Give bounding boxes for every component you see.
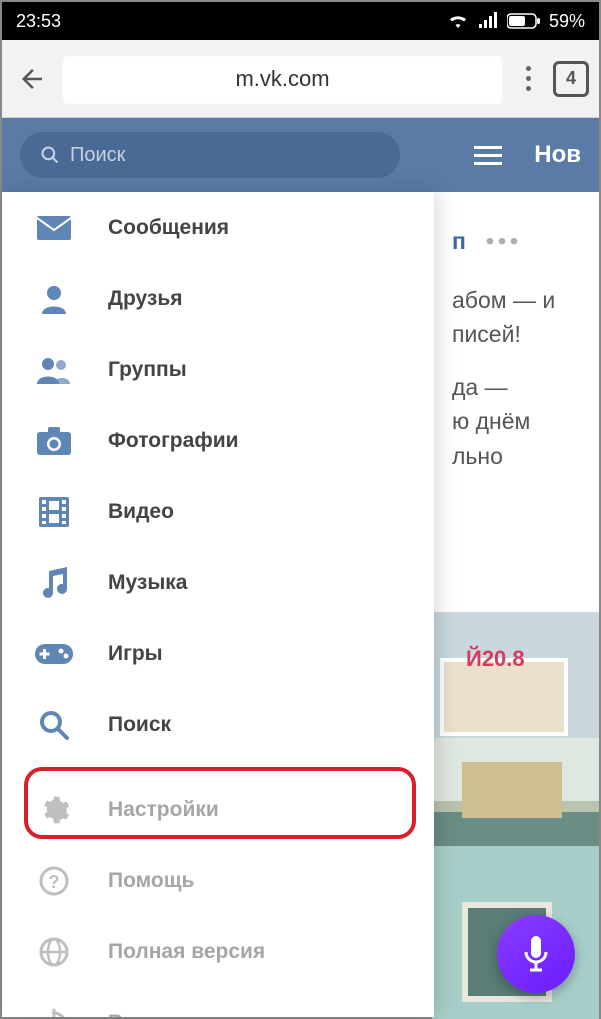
microphone-icon bbox=[521, 934, 551, 974]
sidebar-item-games[interactable]: Игры bbox=[2, 618, 434, 689]
page-title: Нов bbox=[534, 141, 581, 169]
sidebar-item-music[interactable]: Музыка bbox=[2, 547, 434, 618]
svg-text:?: ? bbox=[49, 872, 60, 892]
sidebar-item-messages[interactable]: Сообщения bbox=[2, 192, 434, 263]
search-icon bbox=[34, 705, 74, 745]
wifi-icon bbox=[447, 12, 469, 30]
sidebar-item-label: Группы bbox=[108, 358, 187, 382]
post-options-icon[interactable]: ••• bbox=[486, 224, 522, 259]
post-text-fragment: льно bbox=[452, 439, 579, 474]
camera-icon bbox=[34, 421, 74, 461]
gear-icon bbox=[34, 790, 74, 830]
android-status-bar: 23:53 59% bbox=[2, 2, 599, 40]
search-icon bbox=[40, 145, 60, 165]
browser-toolbar: m.vk.com 4 bbox=[2, 40, 599, 118]
power-icon bbox=[34, 1003, 74, 1018]
sidebar-item-label: Помощь bbox=[108, 869, 194, 893]
url-text: m.vk.com bbox=[235, 66, 329, 92]
hamburger-menu-button[interactable] bbox=[474, 141, 502, 170]
voice-search-fab[interactable] bbox=[497, 915, 575, 993]
sidebar-menu: Сообщения Друзья Группы Фотографии bbox=[2, 192, 434, 1017]
search-placeholder: Поиск bbox=[70, 144, 125, 167]
browser-back-button[interactable] bbox=[12, 59, 52, 99]
film-icon bbox=[34, 492, 74, 532]
sidebar-item-photos[interactable]: Фотографии bbox=[2, 405, 434, 476]
sidebar-item-settings[interactable]: Настройки bbox=[2, 774, 434, 845]
sidebar-item-label: Сообщения bbox=[108, 216, 229, 240]
sidebar-item-label: Фотографии bbox=[108, 429, 239, 453]
sidebar-item-label: Полная версия bbox=[108, 940, 265, 964]
sidebar-item-friends[interactable]: Друзья bbox=[2, 263, 434, 334]
sidebar-item-videos[interactable]: Видео bbox=[2, 476, 434, 547]
music-icon bbox=[34, 563, 74, 603]
post-text-fragment: да — bbox=[452, 370, 579, 405]
status-time: 23:53 bbox=[16, 11, 61, 32]
url-bar[interactable]: m.vk.com bbox=[62, 54, 503, 104]
image-badge: Й20.8 bbox=[466, 646, 525, 672]
browser-menu-button[interactable] bbox=[513, 66, 543, 91]
sidebar-item-label: Игры bbox=[108, 642, 163, 666]
sidebar-item-help[interactable]: ? Помощь bbox=[2, 845, 434, 916]
gamepad-icon bbox=[34, 634, 74, 674]
sidebar-item-groups[interactable]: Группы bbox=[2, 334, 434, 405]
sidebar-item-label: Выход bbox=[108, 1011, 178, 1018]
post-text-fragment: абом — и bbox=[452, 283, 579, 318]
sidebar-item-full-version[interactable]: Полная версия bbox=[2, 916, 434, 987]
sidebar-item-search[interactable]: Поиск bbox=[2, 689, 434, 760]
signal-icon bbox=[477, 12, 499, 30]
users-icon bbox=[34, 350, 74, 390]
sidebar-item-label: Поиск bbox=[108, 713, 171, 737]
sidebar-item-label: Друзья bbox=[108, 287, 183, 311]
post-text-fragment: писей! bbox=[452, 317, 579, 352]
mail-icon bbox=[34, 208, 74, 248]
post-author-fragment: п bbox=[452, 224, 466, 259]
globe-icon bbox=[34, 932, 74, 972]
post-text-fragment: ю днём bbox=[452, 404, 579, 439]
tab-switcher-button[interactable]: 4 bbox=[553, 61, 589, 97]
vk-header: Поиск Нов bbox=[2, 118, 599, 192]
sidebar-item-logout[interactable]: Выход bbox=[2, 987, 434, 1017]
sidebar-item-label: Настройки bbox=[108, 798, 219, 822]
battery-icon bbox=[507, 13, 541, 29]
search-input[interactable]: Поиск bbox=[20, 132, 400, 178]
tab-count-value: 4 bbox=[566, 68, 576, 89]
user-icon bbox=[34, 279, 74, 319]
sidebar-item-label: Музыка bbox=[108, 571, 187, 595]
battery-percent: 59% bbox=[549, 11, 585, 32]
help-icon: ? bbox=[34, 861, 74, 901]
sidebar-item-label: Видео bbox=[108, 500, 174, 524]
status-indicators: 59% bbox=[447, 11, 585, 32]
